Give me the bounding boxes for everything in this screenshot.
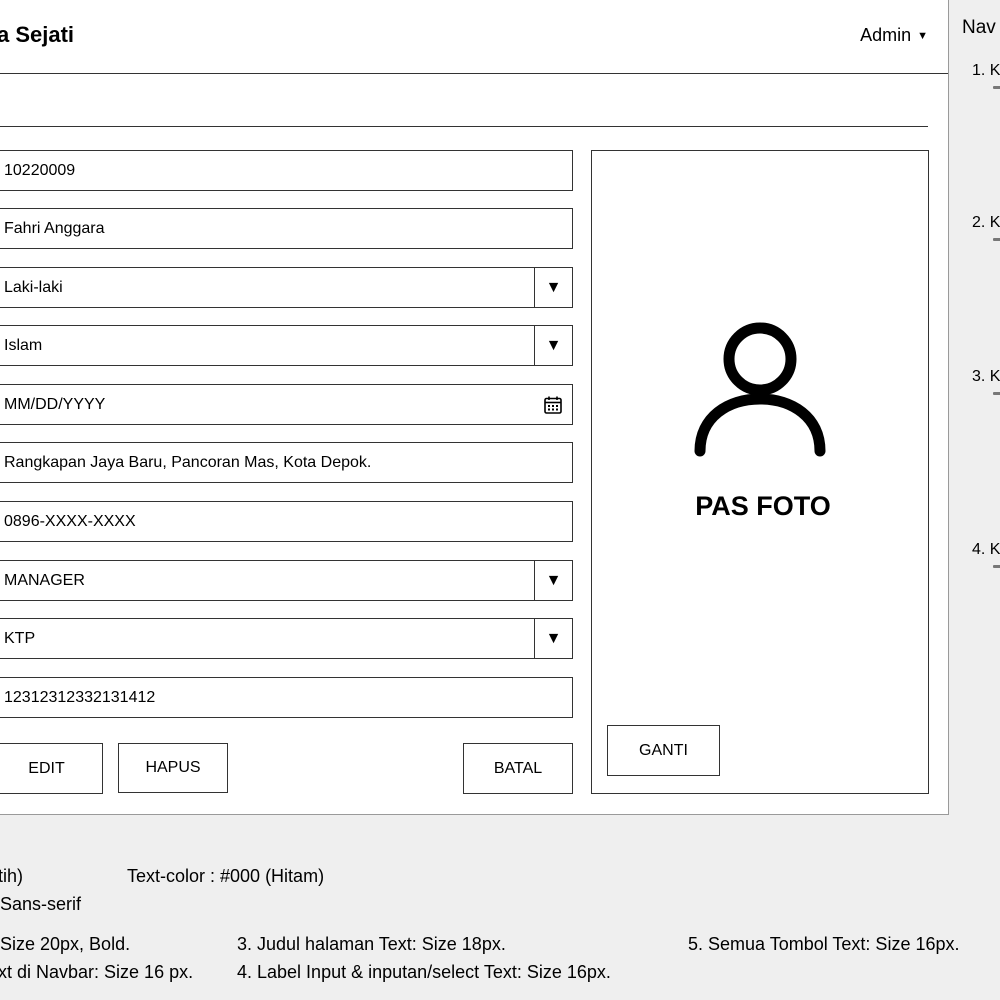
side-text-fragment bbox=[993, 565, 1000, 568]
birthdate-placeholder: MM/DD/YYYY bbox=[4, 395, 106, 413]
gender-select[interactable]: Laki-laki ▼ bbox=[0, 267, 573, 308]
position-value: MANAGER bbox=[4, 571, 85, 589]
phone-field[interactable]: 0896-XXXX-XXXX bbox=[0, 501, 573, 542]
phone-value: 0896-XXXX-XXXX bbox=[4, 512, 136, 530]
id-type-select[interactable]: KTP ▼ bbox=[0, 618, 573, 659]
admin-label: Admin bbox=[860, 25, 912, 45]
side-panel: Nav 1. K 2. K 3. K 4. K bbox=[950, 0, 1000, 815]
caret-down-icon: ▼ bbox=[917, 29, 928, 42]
admin-menu[interactable]: Admin ▼ bbox=[860, 25, 928, 46]
note-item-2: xt di Navbar: Size 16 px. bbox=[0, 962, 194, 982]
note-item-1: Size 20px, Bold. bbox=[0, 934, 131, 954]
employee-id-field[interactable]: 10220009 bbox=[0, 150, 573, 191]
edit-button[interactable]: EDIT bbox=[0, 743, 103, 794]
side-text-fragment bbox=[993, 86, 1000, 89]
id-number-value: 12312312332131412 bbox=[4, 688, 156, 706]
side-text-fragment bbox=[993, 392, 1000, 395]
side-item-4: 4. K bbox=[972, 541, 1000, 558]
triangle-down-icon[interactable]: ▼ bbox=[534, 561, 572, 600]
employee-id-value: 10220009 bbox=[4, 161, 76, 179]
religion-value: Islam bbox=[4, 336, 43, 354]
side-panel-title: Nav bbox=[962, 17, 996, 38]
photo-label: PAS FOTO bbox=[695, 491, 831, 521]
name-value: Fahri Anggara bbox=[4, 219, 105, 237]
note-font: Sans-serif bbox=[0, 894, 82, 914]
gender-value: Laki-laki bbox=[4, 278, 63, 296]
calendar-icon[interactable] bbox=[534, 385, 572, 424]
note-text-color: Text-color : #000 (Hitam) bbox=[127, 866, 325, 886]
triangle-down-icon[interactable]: ▼ bbox=[534, 326, 572, 365]
note-item-4: 4. Label Input & inputan/select Text: Si… bbox=[237, 962, 611, 982]
side-item-1: 1. K bbox=[972, 62, 1000, 79]
side-item-2: 2. K bbox=[972, 214, 1000, 231]
brand-title: a Sejati bbox=[0, 22, 75, 47]
triangle-down-icon[interactable]: ▼ bbox=[534, 268, 572, 307]
address-field[interactable]: Rangkapan Jaya Baru, Pancoran Mas, Kota … bbox=[0, 442, 573, 483]
address-value: Rangkapan Jaya Baru, Pancoran Mas, Kota … bbox=[4, 453, 372, 471]
note-background: tih) bbox=[0, 866, 24, 886]
photo-box: PAS FOTO GANTI bbox=[591, 150, 929, 794]
name-field[interactable]: Fahri Anggara bbox=[0, 208, 573, 249]
page-title-divider bbox=[0, 126, 928, 127]
user-icon bbox=[692, 321, 828, 466]
side-text-fragment bbox=[993, 238, 1000, 241]
id-number-field[interactable]: 12312312332131412 bbox=[0, 677, 573, 718]
delete-button[interactable]: HAPUS bbox=[118, 743, 228, 793]
triangle-down-icon[interactable]: ▼ bbox=[534, 619, 572, 658]
side-item-3: 3. K bbox=[972, 368, 1000, 385]
main-card: a Sejati Admin ▼ 10220009 Fahri Anggara … bbox=[0, 0, 949, 815]
position-select[interactable]: MANAGER ▼ bbox=[0, 560, 573, 601]
brand-clip: a Sejati bbox=[0, 0, 120, 73]
religion-select[interactable]: Islam ▼ bbox=[0, 325, 573, 366]
navbar: a Sejati Admin ▼ bbox=[0, 0, 948, 74]
birthdate-input[interactable]: MM/DD/YYYY bbox=[0, 384, 573, 425]
note-item-3: 3. Judul halaman Text: Size 18px. bbox=[237, 934, 506, 954]
note-item-5: 5. Semua Tombol Text: Size 16px. bbox=[688, 934, 960, 954]
change-photo-button[interactable]: GANTI bbox=[607, 725, 720, 776]
id-type-value: KTP bbox=[4, 629, 36, 647]
cancel-button[interactable]: BATAL bbox=[463, 743, 573, 794]
